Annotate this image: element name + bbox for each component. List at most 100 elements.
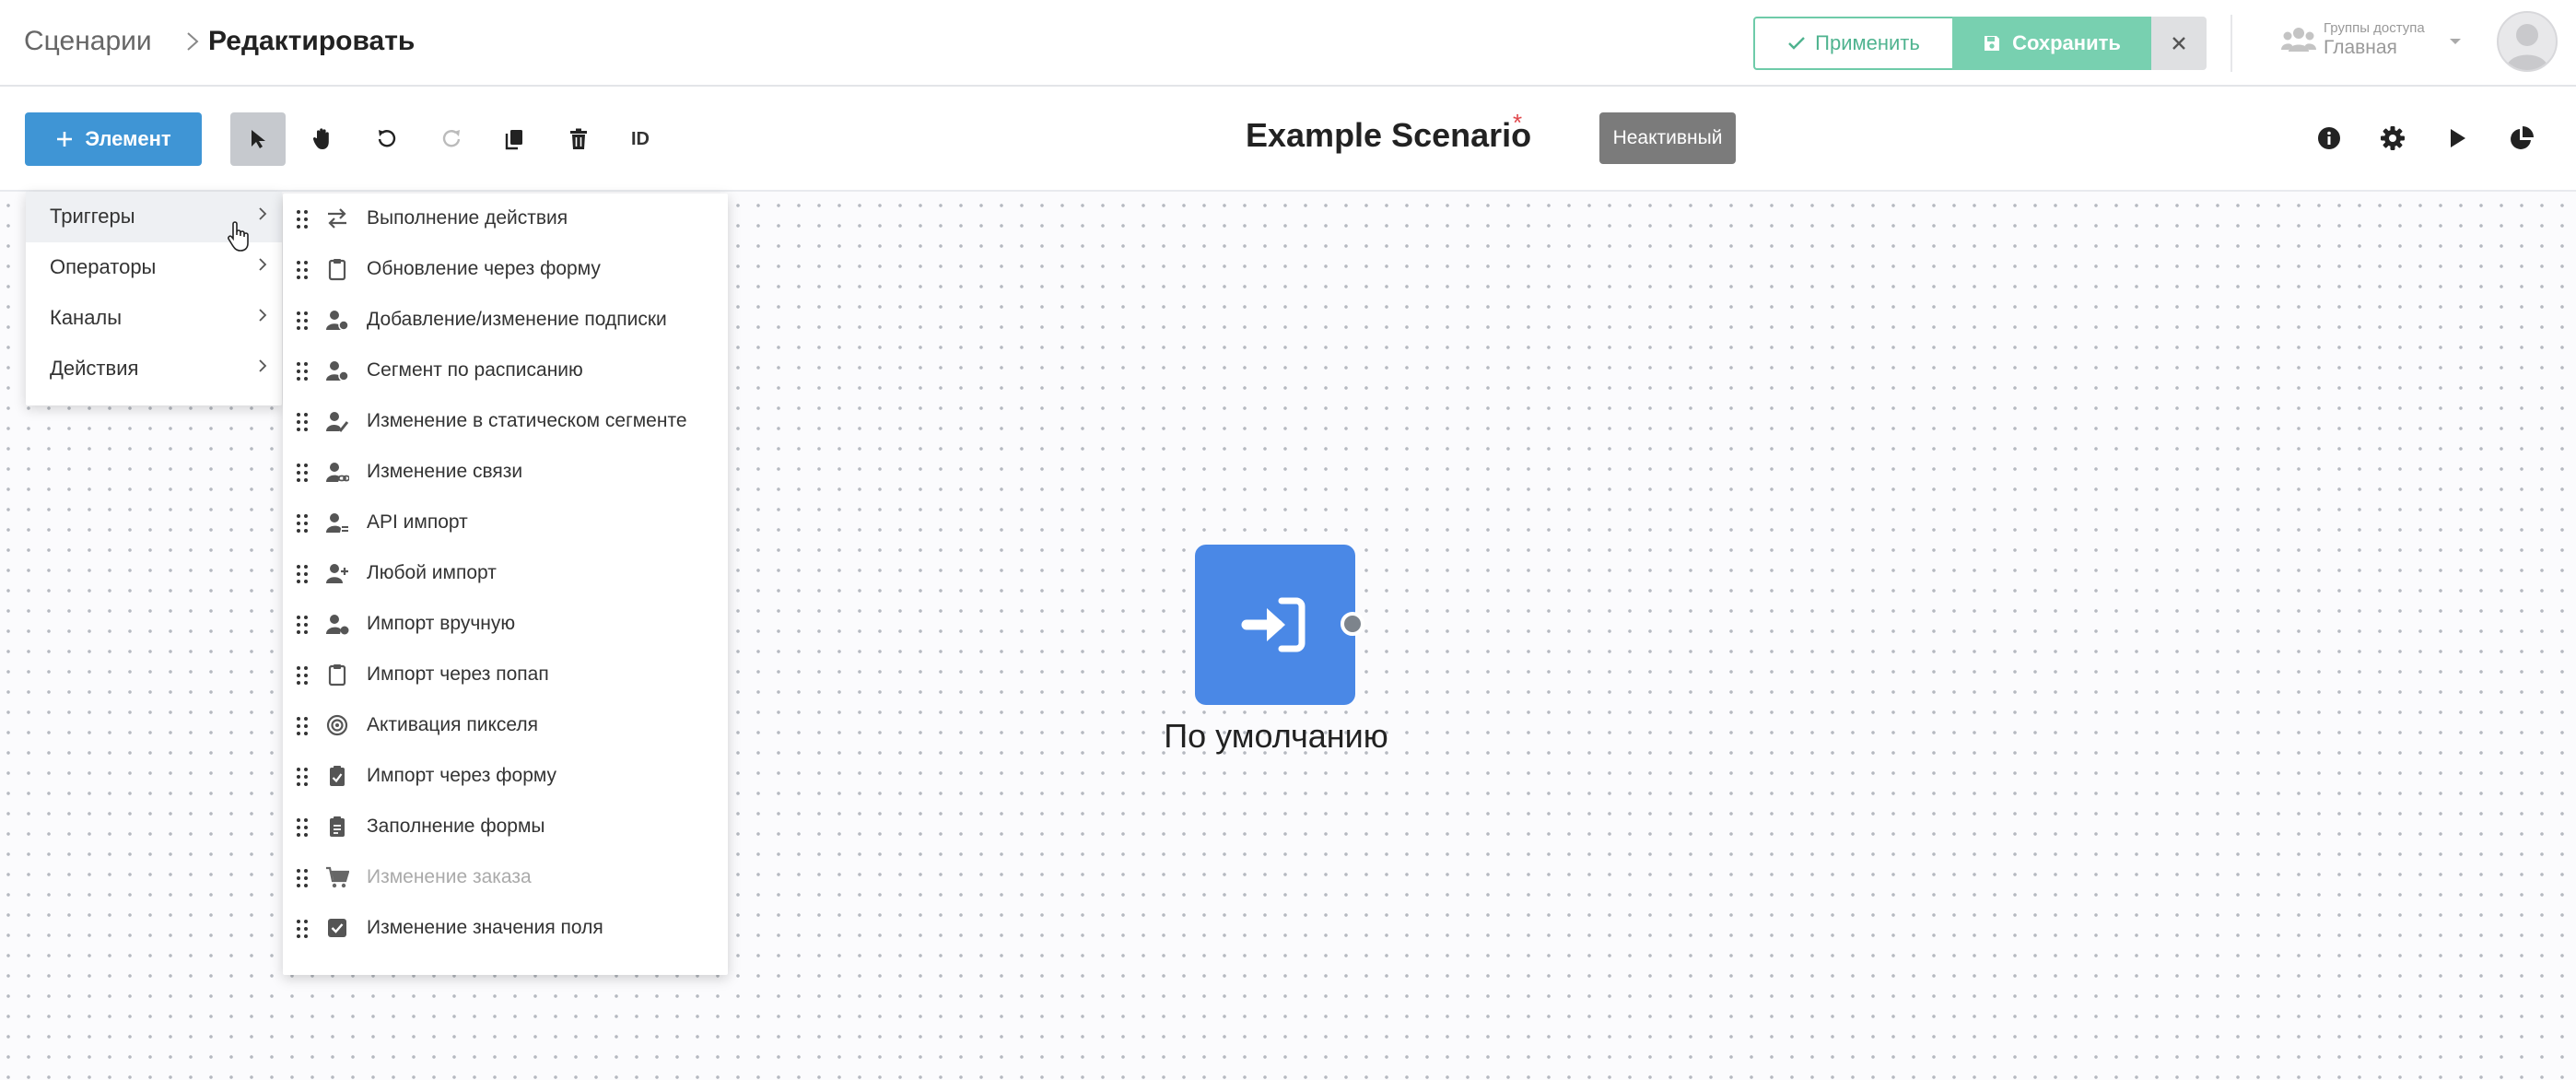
users-group-icon [2281, 28, 2316, 52]
default-entry-node[interactable] [1195, 545, 1355, 705]
mouse-pointer-hand-icon [228, 221, 249, 252]
menu-item-label: Действия [50, 357, 139, 380]
trigger-item-label: API импорт [367, 511, 468, 533]
pan-tool-button[interactable] [295, 112, 350, 166]
delete-button[interactable] [551, 112, 606, 166]
drag-handle-icon [297, 311, 308, 330]
plus-icon [57, 132, 73, 147]
trigger-item-label: Любой импорт [367, 562, 497, 583]
trigger-item-form-import[interactable]: Импорт через форму [283, 751, 728, 802]
clipboard-icon [328, 664, 346, 687]
trigger-item-label: Изменение заказа [367, 866, 532, 887]
trigger-item-form-update[interactable]: Обновление через форму [283, 244, 728, 295]
save-button-label: Сохранить [2012, 31, 2121, 54]
trigger-item-action-execution[interactable]: Выполнение действия [283, 194, 728, 244]
redo-icon [442, 130, 461, 147]
menu-item-label: Операторы [50, 255, 157, 278]
node-output-port[interactable] [1341, 612, 1364, 636]
menu-item-actions[interactable]: Действия [26, 344, 282, 394]
clipboard-icon [328, 259, 346, 281]
trigger-item-field-value-change[interactable]: Изменение значения поля [283, 903, 728, 954]
save-button[interactable]: Сохранить [1952, 17, 2151, 70]
trigger-item-label: Изменение значения поля [367, 917, 603, 938]
trigger-item-any-import[interactable]: Любой импорт [283, 548, 728, 599]
user-link-icon [326, 463, 349, 482]
floppy-disk-icon [1985, 36, 2000, 51]
redo-button[interactable] [424, 112, 479, 166]
breadcrumb-scenarios-link[interactable]: Сценарии [24, 26, 152, 57]
toggle-ids-button[interactable]: ID [613, 112, 668, 166]
chevron-right-icon [259, 207, 267, 220]
info-button[interactable] [2309, 118, 2349, 158]
close-button[interactable] [2151, 17, 2207, 70]
drag-handle-icon [297, 565, 308, 583]
cart-icon [326, 866, 349, 888]
trigger-item-static-segment-change[interactable]: Изменение в статическом сегменте [283, 396, 728, 447]
trigger-item-label: Импорт вручную [367, 613, 516, 634]
node-label: По умолчанию [1164, 717, 1388, 755]
access-groups-value: Главная [2324, 37, 2397, 58]
checkbox-icon [328, 919, 346, 937]
header-divider [2231, 15, 2232, 72]
add-element-label: Элемент [85, 127, 171, 150]
trigger-item-manual-import[interactable]: Импорт вручную [283, 599, 728, 650]
user-clock-icon [326, 361, 349, 382]
user-avatar[interactable] [2497, 11, 2558, 72]
trigger-item-order-change[interactable]: Изменение заказа [283, 852, 728, 903]
scenario-title[interactable]: Example Scenario [1246, 116, 1531, 155]
trigger-item-label: Добавление/изменение подписки [367, 309, 667, 330]
avatar-placeholder-icon [2506, 24, 2548, 70]
breadcrumb-current: Редактировать [208, 26, 416, 56]
trigger-item-popup-import[interactable]: Импорт через попап [283, 650, 728, 700]
menu-item-label: Триггеры [50, 205, 135, 228]
swap-icon [328, 208, 346, 229]
trigger-item-label: Импорт через форму [367, 765, 557, 786]
statistics-button[interactable] [2501, 118, 2542, 158]
drag-handle-icon [297, 920, 308, 938]
undo-button[interactable] [359, 112, 415, 166]
trigger-item-label: Активация пикселя [367, 714, 538, 735]
settings-button[interactable] [2372, 118, 2413, 158]
drag-handle-icon [297, 818, 308, 837]
app-header: Сценарии Редактировать Применить Сохрани… [0, 0, 2576, 87]
add-element-button[interactable]: Элемент [25, 112, 202, 166]
trigger-item-form-fill[interactable]: Заполнение формы [283, 802, 728, 852]
undo-icon [378, 130, 396, 147]
select-icon [252, 130, 265, 148]
clipboard-check-icon [330, 766, 345, 786]
drag-handle-icon [297, 616, 308, 634]
trigger-item-api-import[interactable]: API импорт [283, 498, 728, 548]
info-icon [2318, 127, 2340, 149]
menu-item-channels[interactable]: Каналы [26, 293, 282, 344]
drag-handle-icon [297, 666, 308, 685]
drag-handle-icon [297, 362, 308, 381]
login-icon [1241, 597, 1306, 652]
drag-handle-icon [297, 464, 308, 482]
run-button[interactable] [2437, 118, 2477, 158]
breadcrumb-chevron-icon [187, 32, 199, 51]
trigger-item-scheduled-segment[interactable]: Сегмент по расписанию [283, 346, 728, 396]
trigger-item-relation-change[interactable]: Изменение связи [283, 447, 728, 498]
apply-button[interactable]: Применить [1753, 17, 1954, 70]
editor-toolbar: Элемент ID Example Scenario * Неактивный [0, 87, 2576, 192]
user-edit-icon [326, 412, 349, 432]
triggers-submenu: Выполнение действия Обновление через фор… [283, 194, 728, 975]
caret-down-icon [2450, 39, 2461, 44]
drag-handle-icon [297, 514, 308, 533]
hand-icon [312, 128, 329, 149]
check-icon [1788, 37, 1806, 50]
status-badge[interactable]: Неактивный [1599, 112, 1736, 164]
trigger-item-label: Заполнение формы [367, 816, 545, 837]
access-groups-dropdown[interactable]: Группы доступа Главная [2281, 18, 2465, 70]
trigger-item-label: Выполнение действия [367, 207, 568, 229]
drag-handle-icon [297, 869, 308, 887]
trigger-item-pixel-activation[interactable]: Активация пикселя [283, 700, 728, 751]
select-tool-button[interactable] [230, 112, 286, 166]
trigger-item-label: Изменение в статическом сегменте [367, 410, 687, 431]
user-plus-icon [326, 564, 348, 583]
trigger-item-subscription-change[interactable]: Добавление/изменение подписки [283, 295, 728, 346]
menu-item-label: Каналы [50, 306, 123, 329]
drag-handle-icon [297, 717, 308, 735]
access-groups-label: Группы доступа [2324, 20, 2425, 36]
copy-button[interactable] [486, 112, 542, 166]
